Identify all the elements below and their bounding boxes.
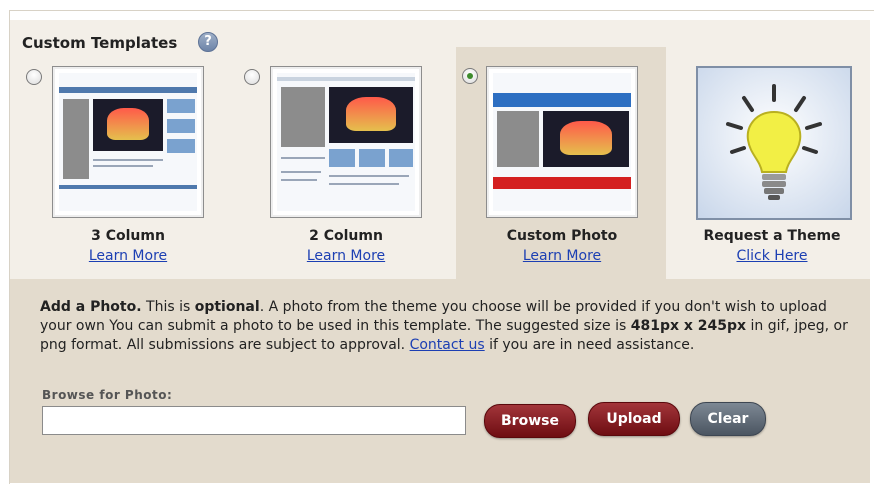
template-title-3-column: 3 Column [91,228,165,244]
radio-custom-photo[interactable] [462,68,478,84]
browse-for-photo-label: Browse for Photo: [42,388,173,402]
contact-us-link[interactable]: Contact us [410,337,485,353]
request-theme-thumbnail[interactable] [696,66,852,220]
template-title-request-theme: Request a Theme [703,228,841,244]
help-icon[interactable]: ? [198,32,218,52]
template-title-2-column: 2 Column [309,228,383,244]
radio-3-column[interactable] [26,69,42,85]
preview-3-column-image [59,73,197,211]
upload-button[interactable]: Upload [588,402,680,436]
optional-text: optional [194,299,260,315]
learn-more-2-column-link[interactable]: Learn More [246,248,446,264]
learn-more-custom-photo-link[interactable]: Learn More [462,248,662,264]
thumbnail-3-column[interactable] [52,66,204,218]
learn-more-3-column-link[interactable]: Learn More [28,248,228,264]
add-photo-description: Add a Photo. This is optional. A photo f… [40,299,848,353]
preview-custom-photo-image [493,73,631,211]
photo-path-input[interactable] [42,406,466,435]
click-here-link[interactable]: Click Here [672,248,872,264]
browse-button[interactable]: Browse [484,404,576,438]
section-title: Custom Templates [22,34,178,52]
lightbulb-icon [726,84,822,200]
preview-2-column-image [277,73,415,211]
thumbnail-2-column[interactable] [270,66,422,218]
clear-button[interactable]: Clear [690,402,766,436]
add-photo-heading: Add a Photo. [40,299,142,315]
suggested-size: 481px x 245px [630,318,747,334]
template-title-custom-photo: Custom Photo [506,228,618,244]
radio-2-column[interactable] [244,69,260,85]
thumbnail-custom-photo[interactable] [486,66,638,218]
